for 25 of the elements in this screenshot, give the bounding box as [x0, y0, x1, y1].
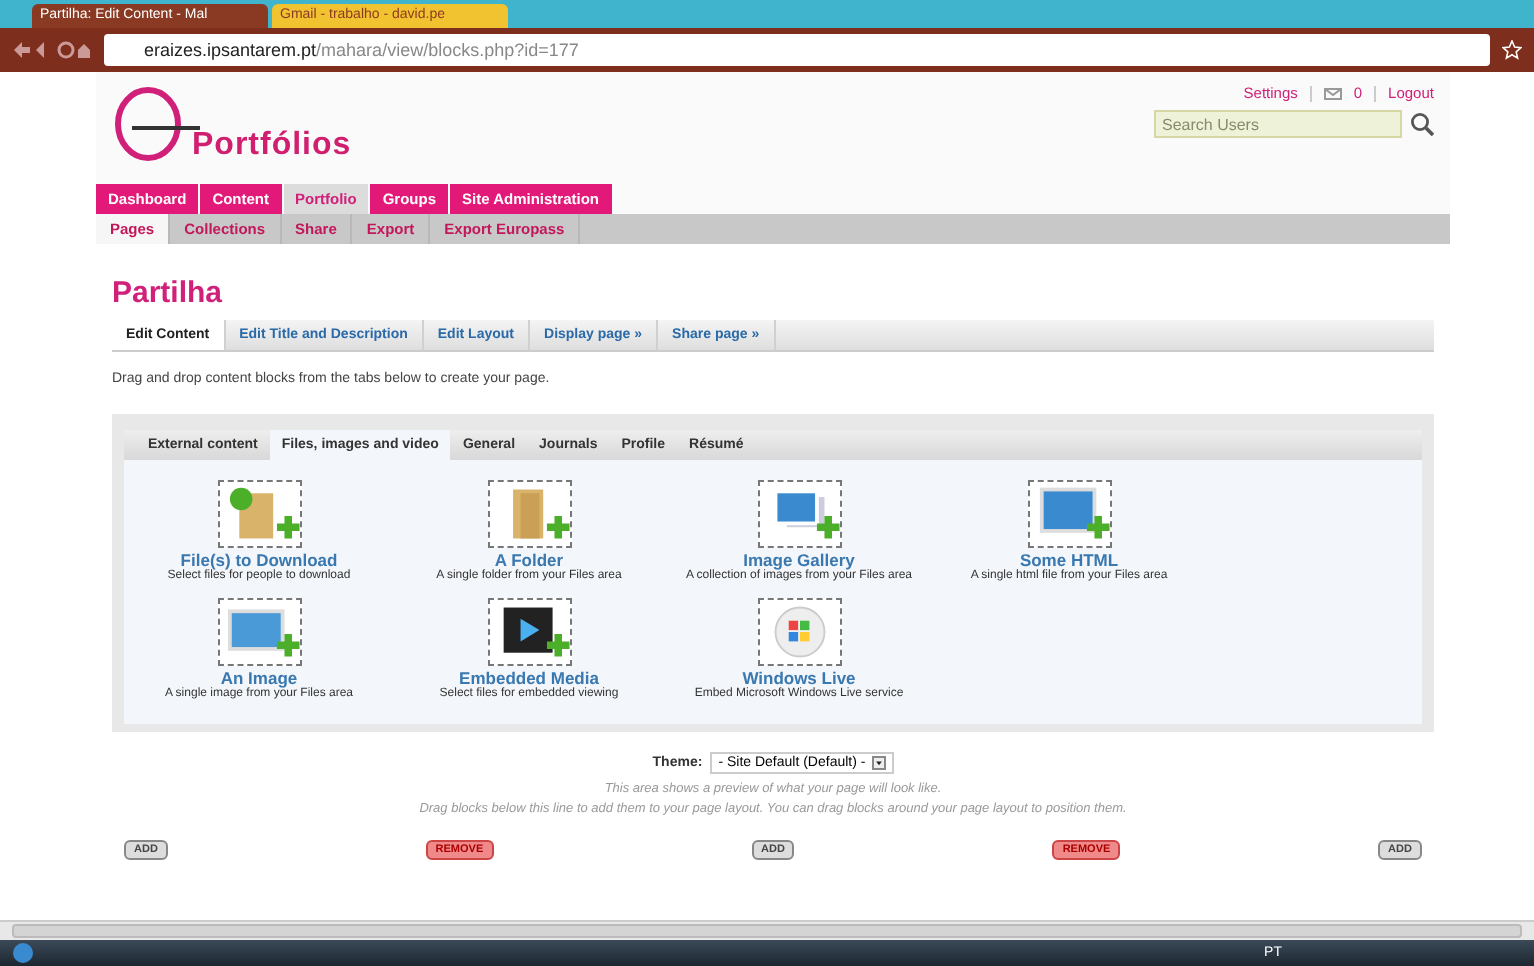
- start-icon[interactable]: [12, 942, 34, 964]
- mail-icon[interactable]: [1323, 87, 1342, 99]
- search-field[interactable]: Search Users: [1154, 110, 1402, 138]
- block-title[interactable]: Image Gallery: [743, 550, 855, 570]
- photo-stack-icon: [757, 480, 841, 548]
- block-title[interactable]: A Folder: [494, 550, 564, 570]
- download-folder-icon: [217, 480, 301, 548]
- page-title: Partilha: [112, 276, 225, 310]
- search-icon[interactable]: [1410, 112, 1434, 136]
- block-title[interactable]: Embedded Media: [459, 668, 599, 688]
- windows-logo-icon: [757, 598, 841, 666]
- picture-icon: [1027, 480, 1111, 548]
- picture-icon: [217, 598, 301, 666]
- film-icon: [487, 598, 571, 666]
- block-title[interactable]: Windows Live: [742, 668, 856, 688]
- navigation-icon[interactable]: [12, 40, 92, 60]
- block-title[interactable]: An Image: [220, 668, 298, 688]
- folder-icon: [487, 480, 571, 548]
- caret-icon: [871, 756, 886, 770]
- block-title[interactable]: Some HTML: [1019, 550, 1119, 570]
- scrollbar-thumb[interactable]: [12, 924, 1522, 938]
- address-field[interactable]: eraizes.ipsantarem.pt/mahara/view/blocks.php?id=177: [104, 34, 1490, 66]
- block-title[interactable]: File(s) to Download: [180, 550, 338, 570]
- star-icon[interactable]: [1502, 40, 1522, 60]
- logo-text: Portfólios: [192, 128, 352, 164]
